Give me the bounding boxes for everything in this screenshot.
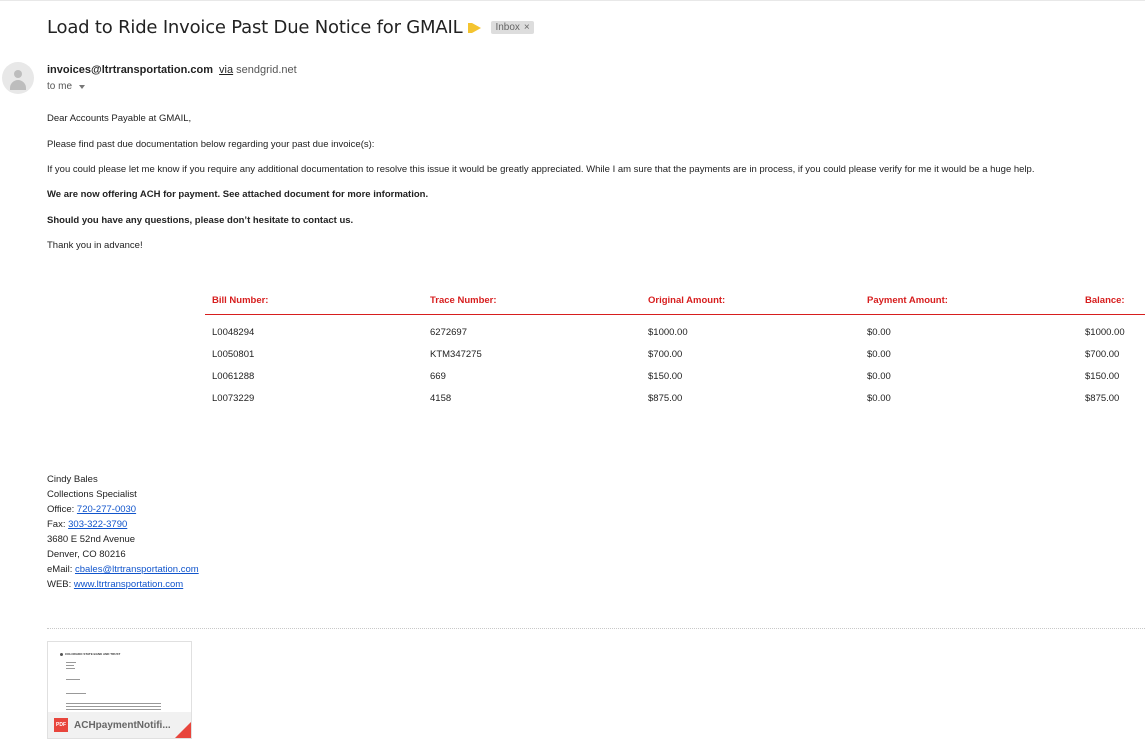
table-cell: $875.00 <box>648 392 683 404</box>
attachment-preview: COLORADO STATE BANK AND TRUST <box>48 642 191 712</box>
table-cell: 6272697 <box>430 326 467 338</box>
preview-bank-header: COLORADO STATE BANK AND TRUST <box>65 652 121 656</box>
recipient-line[interactable]: to me <box>47 81 86 92</box>
table-cell: $0.00 <box>867 392 891 404</box>
column-header: Balance: <box>1078 293 1145 315</box>
table-cell: L0050801 <box>212 348 255 360</box>
table-cell: $0.00 <box>867 348 891 360</box>
table-cell: $150.00 <box>648 370 683 382</box>
chevron-down-icon[interactable] <box>79 85 86 89</box>
table-cell: $700.00 <box>648 348 683 360</box>
paragraph-request: If you could please let me know if you r… <box>47 164 1035 175</box>
table-cell: KTM347275 <box>430 348 482 360</box>
paragraph-documentation: Please find past due documentation below… <box>47 139 375 150</box>
signature-web: WEB: www.ltrtransportation.com <box>47 579 184 590</box>
column-header: Trace Number: <box>423 293 641 315</box>
avatar-body-icon <box>10 80 26 90</box>
attachment-filename[interactable]: ACHpaymentNotifi... <box>74 720 171 731</box>
sender-avatar[interactable] <box>2 62 34 94</box>
inbox-label-chip[interactable]: Inbox × <box>491 21 534 34</box>
table-cell: $0.00 <box>867 326 891 338</box>
greeting: Dear Accounts Payable at GMAIL, <box>47 113 192 124</box>
paragraph-thanks: Thank you in advance! <box>47 240 143 251</box>
table-row: L0050801 KTM347275 $700.00 $0.00 $700.00 <box>205 343 1145 365</box>
table-row: L0048294 6272697 $1000.00 $0.00 $1000.00 <box>205 315 1145 344</box>
table-cell: L0061288 <box>212 370 255 382</box>
signature-address-line2: Denver, CO 80216 <box>47 549 126 560</box>
attachment-card[interactable]: COLORADO STATE BANK AND TRUST PDF ACHpay… <box>47 641 192 739</box>
table-header-row: Bill Number: Trace Number: Original Amou… <box>205 293 1145 315</box>
column-header: Original Amount: <box>641 293 860 315</box>
sender-email[interactable]: invoices@ltrtransportation.com <box>47 64 213 76</box>
signature-fax: Fax: 303-322-3790 <box>47 519 128 530</box>
table-cell: L0048294 <box>212 326 255 338</box>
importance-marker-icon[interactable] <box>468 22 482 33</box>
label-text: Inbox <box>495 22 520 33</box>
attachment-info-bar: PDF ACHpaymentNotifi... <box>48 712 191 738</box>
sender-line: invoices@ltrtransportation.com via sendg… <box>47 64 297 76</box>
signature-office: Office: 720-277-0030 <box>47 504 137 515</box>
signature-name: Cindy Bales <box>47 474 98 485</box>
table-cell: $150.00 <box>1085 370 1120 382</box>
table-cell: $1000.00 <box>648 326 688 338</box>
website-link[interactable]: www.ltrtransportation.com <box>74 579 183 590</box>
paragraph-questions: Should you have any questions, please do… <box>47 215 354 226</box>
table-row: L0061288 669 $150.00 $0.00 $150.00 <box>205 365 1145 387</box>
signature-block: Cindy Bales Collections Specialist Offic… <box>47 472 199 592</box>
attachments-divider <box>47 628 1145 629</box>
signature-email: eMail: cbales@ltrtransportation.com <box>47 564 199 575</box>
via-link[interactable]: via <box>219 64 233 76</box>
office-phone-link[interactable]: 720-277-0030 <box>77 504 136 515</box>
table-cell: $875.00 <box>1085 392 1120 404</box>
via-domain: sendgrid.net <box>236 64 297 76</box>
table-row: L0073229 4158 $875.00 $0.00 $875.00 <box>205 387 1145 409</box>
top-divider <box>0 0 1145 1</box>
table-cell: 669 <box>430 370 446 382</box>
table-cell: $700.00 <box>1085 348 1120 360</box>
paragraph-ach: We are now offering ACH for payment. See… <box>47 189 429 200</box>
table-cell: L0073229 <box>212 392 255 404</box>
fax-phone-link[interactable]: 303-322-3790 <box>68 519 127 530</box>
avatar-head-icon <box>14 70 22 78</box>
column-header: Payment Amount: <box>860 293 1078 315</box>
table-cell: $1000.00 <box>1085 326 1125 338</box>
recipient-text: to me <box>47 81 73 92</box>
signature-address-line1: 3680 E 52nd Avenue <box>47 534 136 545</box>
table-cell: 4158 <box>430 392 452 404</box>
subject-row: Load to Ride Invoice Past Due Notice for… <box>47 17 534 38</box>
table-cell: $0.00 <box>867 370 891 382</box>
column-header: Bill Number: <box>205 293 423 315</box>
remove-label-icon[interactable]: × <box>524 22 530 33</box>
email-subject: Load to Ride Invoice Past Due Notice for… <box>47 17 463 38</box>
page-fold-icon <box>175 722 191 738</box>
pdf-icon: PDF <box>54 718 68 732</box>
invoice-table: Bill Number: Trace Number: Original Amou… <box>205 293 1145 409</box>
email-link[interactable]: cbales@ltrtransportation.com <box>75 564 199 575</box>
signature-title: Collections Specialist <box>47 489 137 500</box>
